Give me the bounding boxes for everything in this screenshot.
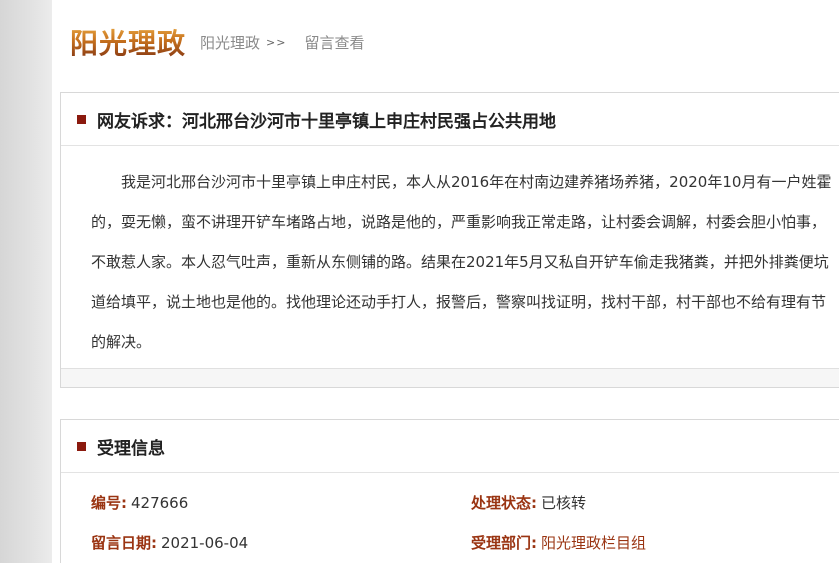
page: 阳光理政 阳光理政 >> 留言查看 网友诉求：河北邢台沙河市十里亭镇上申庄村民强… [0, 0, 839, 563]
complaint-title: 网友诉求：河北邢台沙河市十里亭镇上申庄村民强占公共用地 [97, 111, 556, 132]
breadcrumb-separator: >> [266, 35, 287, 49]
acceptance-info: 编号: 427666 处理状态: 已核转 留言日期: 2021-06-04 受理部门:… [91, 492, 839, 563]
info-row: 留言日期: 2021-06-04 受理部门: 阳光理政栏目组 [91, 532, 839, 563]
complaint-body: 我是河北邢台沙河市十里亭镇上申庄村民，本人从2016年在村南边建养猪场养猪，20… [91, 173, 832, 351]
info-item-status: 处理状态: 已核转 [471, 492, 586, 513]
info-item-date: 留言日期: 2021-06-04 [91, 532, 248, 553]
info-item-department: 受理部门: 阳光理政栏目组 [471, 532, 646, 553]
info-item-id: 编号: 427666 [91, 492, 188, 513]
info-label: 处理状态: [471, 494, 537, 512]
brand-logo[interactable]: 阳光理政 [70, 22, 186, 62]
info-value: 2021-06-04 [161, 534, 249, 552]
breadcrumb-item-current: 留言查看 [304, 33, 365, 52]
breadcrumb-item-home[interactable]: 阳光理政 [200, 32, 260, 53]
acceptance-header: 受理信息 [61, 420, 839, 473]
info-row: 编号: 427666 处理状态: 已核转 [91, 492, 839, 532]
complaint-panel: 网友诉求：河北邢台沙河市十里亭镇上申庄村民强占公共用地 我是河北邢台沙河市十里亭… [60, 92, 839, 388]
info-value: 427666 [131, 494, 189, 512]
department-link[interactable]: 阳光理政栏目组 [541, 534, 646, 552]
info-label: 留言日期: [91, 534, 157, 552]
breadcrumb: 阳光理政 >> 留言查看 [200, 32, 364, 53]
complaint-footer [61, 368, 839, 387]
square-bullet-icon [77, 114, 86, 124]
info-value: 已核转 [541, 494, 587, 512]
header: 阳光理政 阳光理政 >> 留言查看 [70, 22, 364, 62]
info-label: 受理部门: [471, 534, 537, 552]
left-gutter [0, 0, 52, 563]
acceptance-title: 受理信息 [97, 438, 165, 459]
square-bullet-icon [77, 441, 86, 451]
acceptance-panel: 受理信息 编号: 427666 处理状态: 已核转 留言日期: 2021-06-04 … [60, 419, 839, 563]
info-label: 编号: [91, 494, 127, 512]
complaint-header: 网友诉求：河北邢台沙河市十里亭镇上申庄村民强占公共用地 [61, 93, 839, 146]
